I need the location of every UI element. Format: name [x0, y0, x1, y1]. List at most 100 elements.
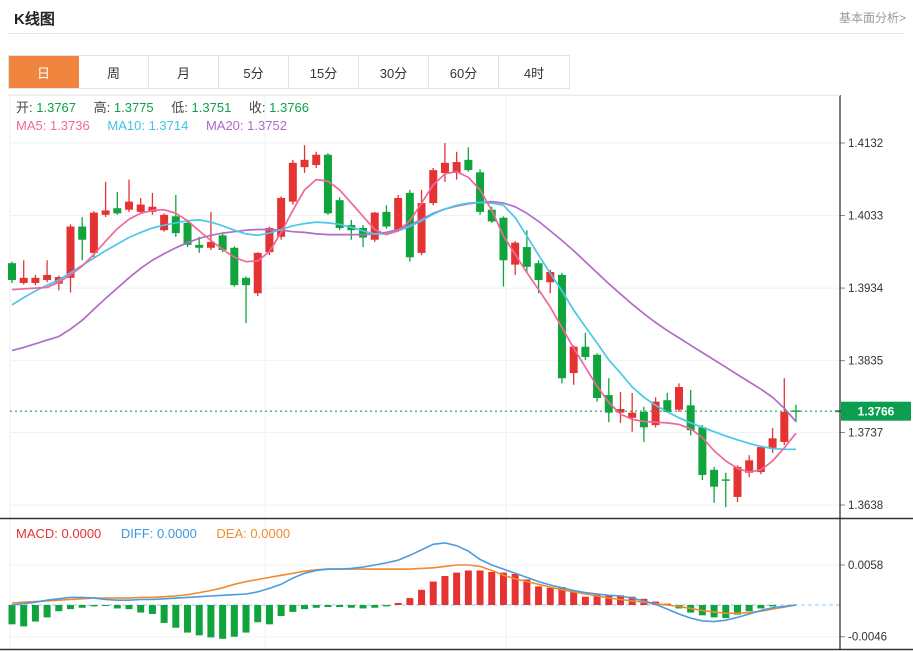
- candle-body: [242, 278, 250, 285]
- close-value: 1.3766: [269, 100, 309, 115]
- macd-histogram-bar: [383, 605, 390, 606]
- fundamental-analysis-link[interactable]: 基本面分析>: [839, 9, 906, 26]
- macd-readout: MACD: 0.0000 DIFF: 0.0000 DEA: 0.0000: [16, 526, 290, 541]
- macd-axis-label: -0.0046: [848, 632, 887, 644]
- open-label: 开:: [16, 100, 33, 115]
- candle-body: [441, 163, 449, 173]
- ma5-line: [12, 172, 796, 472]
- candle-body: [125, 202, 133, 210]
- candle-body: [8, 263, 16, 280]
- ma5-value: 1.3736: [50, 118, 90, 133]
- tab-日[interactable]: 日: [9, 56, 79, 88]
- macd-histogram-bar: [418, 590, 425, 605]
- macd-histogram-bar: [582, 597, 589, 605]
- candle-body: [535, 263, 543, 280]
- macd-histogram-bar: [406, 598, 413, 605]
- macd-histogram-bar: [465, 571, 472, 605]
- macd-histogram-bar: [722, 605, 729, 618]
- macd-histogram-bar: [55, 605, 62, 611]
- macd-histogram-bar: [114, 605, 121, 608]
- candle-body: [418, 203, 426, 253]
- macd-histogram-bar: [196, 605, 203, 635]
- price-axis-label: 1.4132: [848, 138, 883, 150]
- open-value: 1.3767: [36, 100, 76, 115]
- macd-histogram-bar: [360, 605, 367, 608]
- tab-30分[interactable]: 30分: [359, 56, 429, 88]
- candle-body: [230, 248, 238, 285]
- candle-body: [289, 163, 297, 202]
- candle-body: [523, 247, 531, 267]
- macd-histogram-bar: [90, 605, 97, 606]
- macd-axis-label: 0.0058: [848, 560, 883, 572]
- tab-15分[interactable]: 15分: [289, 56, 359, 88]
- macd-histogram-bar: [67, 605, 74, 609]
- macd-histogram-bar: [348, 605, 355, 608]
- candle-body: [769, 438, 777, 448]
- macd-histogram-bar: [757, 605, 764, 608]
- ma20-value: 1.3752: [247, 118, 287, 133]
- tab-60分[interactable]: 60分: [429, 56, 499, 88]
- macd-histogram-bar: [219, 605, 226, 639]
- candle-body: [780, 412, 788, 442]
- macd-histogram-bar: [102, 605, 109, 606]
- tab-5分[interactable]: 5分: [219, 56, 289, 88]
- period-tab-bar: 日周月5分15分30分60分4时: [8, 55, 570, 89]
- tab-周[interactable]: 周: [79, 56, 149, 88]
- candle-body: [113, 208, 121, 213]
- tab-4时[interactable]: 4时: [499, 56, 569, 88]
- candle-body: [102, 210, 110, 214]
- candle-body: [312, 155, 320, 165]
- price-axis-label: 1.3638: [848, 500, 883, 512]
- candle-body: [43, 275, 51, 280]
- macd-histogram-bar: [301, 605, 308, 609]
- macd-histogram-bar: [500, 573, 507, 605]
- candle-body: [301, 160, 309, 167]
- candle-body: [476, 172, 484, 212]
- ma5-label: MA5:: [16, 118, 46, 133]
- macd-histogram-bar: [126, 605, 133, 609]
- candle-body: [382, 212, 390, 227]
- macd-histogram-bar: [453, 573, 460, 605]
- title-divider: [8, 33, 905, 34]
- ma10-line: [12, 202, 796, 449]
- ma10-label: MA10:: [107, 118, 145, 133]
- macd-histogram-bar: [278, 605, 285, 616]
- tab-underline: [8, 95, 840, 96]
- candle-body: [78, 227, 86, 240]
- candle-body: [570, 347, 578, 373]
- macd-histogram-bar: [44, 605, 51, 617]
- macd-histogram-bar: [207, 605, 214, 637]
- candle-body: [710, 470, 718, 487]
- ma20-label: MA20:: [206, 118, 244, 133]
- close-label: 收:: [249, 100, 266, 115]
- macd-histogram-bar: [20, 605, 27, 626]
- candle-body: [394, 198, 402, 230]
- tab-月[interactable]: 月: [149, 56, 219, 88]
- candle-body: [733, 467, 741, 497]
- macd-histogram-bar: [769, 605, 776, 606]
- macd-histogram-bar: [149, 605, 156, 614]
- macd-histogram-bar: [184, 605, 191, 633]
- candle-body: [90, 213, 98, 253]
- macd-histogram-bar: [488, 572, 495, 605]
- macd-histogram-bar: [605, 595, 612, 605]
- candle-body: [464, 160, 472, 170]
- macd-histogram-bar: [32, 605, 39, 622]
- ma10-value: 1.3714: [149, 118, 189, 133]
- candle-body: [687, 405, 695, 430]
- price-axis-label: 1.3934: [848, 283, 884, 295]
- macd-histogram-bar: [79, 605, 86, 608]
- macd-value: 0.0000: [62, 526, 102, 541]
- macd-histogram-bar: [289, 605, 296, 612]
- candle-body: [675, 387, 683, 410]
- low-label: 低:: [171, 100, 188, 115]
- candle-body: [628, 413, 636, 418]
- macd-histogram-bar: [371, 605, 378, 608]
- macd-histogram-bar: [172, 605, 179, 628]
- macd-histogram-bar: [336, 605, 343, 607]
- macd-histogram-bar: [231, 605, 238, 637]
- diff-line: [12, 543, 796, 622]
- candle-body: [640, 412, 648, 427]
- macd-histogram-bar: [477, 571, 484, 605]
- diff-value: 0.0000: [157, 526, 197, 541]
